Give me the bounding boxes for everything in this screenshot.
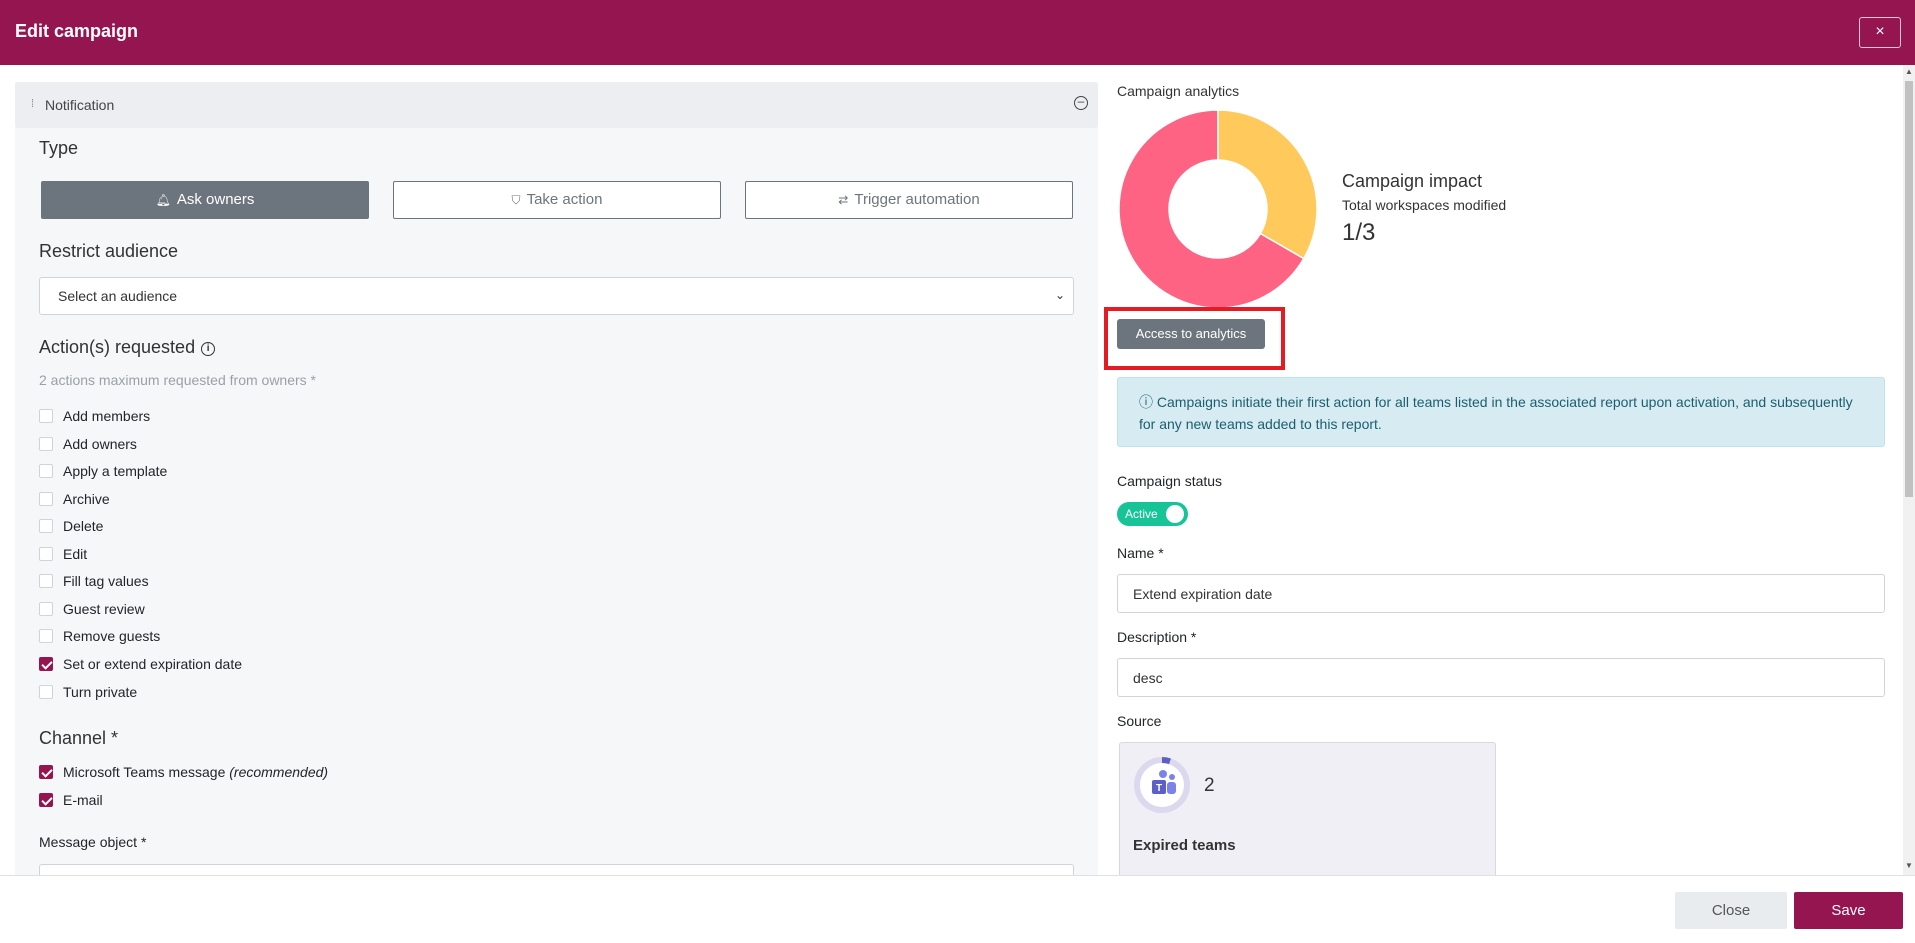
checkbox[interactable] (39, 574, 53, 588)
notification-panel-title: Notification (45, 97, 115, 113)
checkbox[interactable] (39, 492, 53, 506)
info-icon: ⓘ (1139, 394, 1153, 410)
description-input[interactable]: desc (1117, 658, 1885, 697)
toggle-knob (1166, 505, 1184, 523)
svg-text:T: T (1156, 783, 1162, 794)
checkbox-label: Archive (63, 491, 110, 507)
shield-check-icon: ⛉ (511, 193, 521, 207)
modal-footer: Close Save (0, 875, 1915, 943)
scroll-down-icon[interactable]: ▼ (1905, 861, 1913, 870)
checkbox-label: Fill tag values (63, 573, 149, 589)
toggle-label: Active (1125, 507, 1158, 521)
checkbox-label: Remove guests (63, 628, 161, 644)
checkbox[interactable] (39, 464, 53, 478)
checkbox[interactable] (39, 547, 53, 561)
checkbox[interactable] (39, 629, 53, 643)
message-object-input[interactable] (39, 864, 1074, 875)
campaign-impact-donut (1118, 109, 1318, 309)
checkbox-label: Guest review (63, 601, 145, 617)
actions-requested-title: Action(s) requested i (39, 337, 216, 358)
restrict-audience-title: Restrict audience (39, 241, 179, 261)
name-input[interactable]: Extend expiration date (1117, 574, 1885, 613)
info-alert: ⓘ Campaigns initiate their first action … (1117, 377, 1885, 447)
scroll-up-icon[interactable]: ▲ (1905, 67, 1913, 76)
type-button-label: Ask owners (176, 191, 255, 208)
type-ask-owners-button[interactable]: 🔔︎ Ask owners (41, 181, 369, 219)
channel-label: Microsoft Teams message (63, 764, 226, 780)
checkbox[interactable] (39, 409, 53, 423)
checkbox-label: Delete (63, 518, 104, 534)
checkbox-label: Edit (63, 546, 88, 562)
type-button-label: Take action (526, 191, 603, 208)
source-name: Expired teams (1133, 837, 1236, 854)
checkbox[interactable] (39, 602, 53, 616)
checkbox[interactable] (39, 765, 53, 779)
teams-icon: T (1134, 756, 1190, 813)
type-title: Type (39, 138, 79, 158)
campaign-impact-subtitle: Total workspaces modified (1342, 197, 1507, 213)
notification-panel: ⁞ Notification – Type 🔔︎ Ask owners ⛉ Take… (15, 82, 1098, 875)
audience-select-value: Select an audience (58, 288, 178, 304)
scrollbar-thumb[interactable] (1905, 81, 1913, 497)
campaign-details-panel: Campaign analytics Campaign impact Total… (1104, 65, 1897, 875)
checkbox[interactable] (39, 519, 53, 533)
checkbox[interactable] (39, 657, 53, 671)
campaign-analytics-label: Campaign analytics (1117, 83, 1240, 99)
source-card[interactable]: T 2 Expired teams (1119, 742, 1496, 875)
checkbox-label: Turn private (63, 684, 138, 700)
close-icon[interactable]: × (1859, 17, 1901, 48)
checkbox-label: Add members (63, 408, 151, 424)
type-take-action-button[interactable]: ⛉ Take action (393, 181, 721, 219)
checkbox-label: E-mail (63, 792, 103, 808)
type-button-label: Trigger automation (854, 191, 980, 208)
description-label: Description * (1117, 629, 1197, 645)
alert-text: Campaigns initiate their first action fo… (1139, 394, 1853, 432)
campaign-impact-value: 1/3 (1342, 219, 1376, 246)
campaign-impact-title: Campaign impact (1342, 171, 1483, 191)
type-trigger-automation-button[interactable]: ⇄ Trigger automation (745, 181, 1073, 219)
save-button[interactable]: Save (1794, 892, 1903, 929)
checkbox[interactable] (39, 685, 53, 699)
collapse-icon[interactable]: – (1074, 95, 1088, 110)
checkbox[interactable] (39, 437, 53, 451)
drag-handle-icon[interactable]: ⁞ (31, 98, 34, 110)
checkbox-label: Add owners (63, 436, 137, 452)
audience-select[interactable]: Select an audience ⌄ (39, 277, 1074, 315)
recommended-tag: (recommended) (229, 764, 329, 780)
checkbox-label: Set or extend expiration date (63, 656, 243, 672)
channel-title: Channel * (39, 728, 119, 748)
source-count: 2 (1204, 775, 1215, 796)
notification-panel-header[interactable]: ⁞ Notification – (15, 82, 1098, 128)
checkbox-label: Microsoft Teams message (recommended) (63, 764, 328, 780)
chevron-down-icon: ⌄ (1054, 288, 1065, 302)
bell-icon: 🔔︎ (155, 193, 171, 207)
actions-requested-label: Action(s) requested (39, 337, 196, 357)
modal-body: ⁞ Notification – Type 🔔︎ Ask owners ⛉ Take… (0, 65, 1915, 875)
donut-slice-modified (1217, 109, 1318, 260)
name-label: Name * (1117, 545, 1164, 561)
campaign-status-toggle[interactable]: Active (1117, 502, 1188, 526)
modal-header: Edit campaign × (0, 0, 1915, 65)
info-icon[interactable]: i (201, 342, 216, 356)
modal-title: Edit campaign (15, 21, 139, 41)
actions-hint: 2 actions maximum requested from owners … (39, 372, 316, 388)
message-object-label: Message object * (39, 834, 147, 850)
scrollbar[interactable]: ▲ ▼ (1903, 65, 1915, 875)
access-analytics-button[interactable]: Access to analytics (1117, 319, 1265, 349)
close-button[interactable]: Close (1675, 892, 1787, 929)
automation-icon: ⇄ (838, 193, 849, 207)
campaign-status-label: Campaign status (1117, 473, 1223, 489)
checkbox[interactable] (39, 793, 53, 807)
source-label: Source (1117, 713, 1162, 729)
checkbox-label: Apply a template (63, 463, 168, 479)
